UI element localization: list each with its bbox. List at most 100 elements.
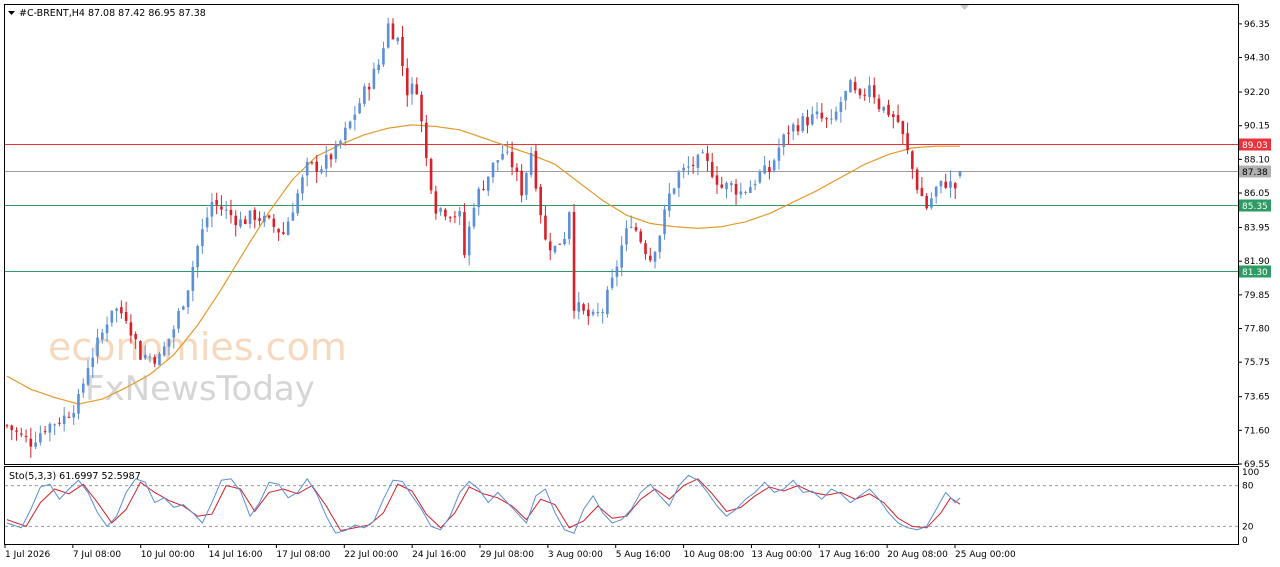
y-tick-label: 96.35 [1244, 20, 1270, 30]
bull-candle-body [205, 217, 209, 228]
bull-candle-body [91, 357, 95, 368]
bear-candle-body [901, 121, 905, 135]
y-tick-label: 92.20 [1244, 88, 1270, 98]
bear-candle-body [453, 216, 457, 218]
bear-candle-body [425, 122, 428, 158]
bull-candle-body [729, 183, 733, 186]
bear-candle-body [19, 433, 23, 435]
bear-candle-body [706, 153, 709, 161]
bull-candle-body [758, 171, 762, 183]
bull-candle-body [377, 64, 380, 71]
bull-candle-body [372, 68, 376, 89]
y-tick-label: 79.85 [1244, 291, 1270, 301]
bear-candle-body [548, 241, 552, 251]
bear-candle-body [282, 232, 285, 234]
bull-candle-body [305, 161, 309, 176]
price-axis: 96.3594.3092.2090.1588.1086.0583.9581.90… [1238, 20, 1270, 470]
bear-candle-body [520, 170, 523, 196]
y-tick-label: 71.60 [1244, 426, 1270, 436]
bull-candle-body [591, 311, 595, 315]
x-tick-label: 24 Jul 16:00 [412, 550, 466, 560]
bear-candle-body [544, 215, 547, 240]
level-tag-label: 85.35 [1242, 202, 1268, 212]
bear-candle-body [558, 243, 562, 245]
bear-candle-body [515, 167, 519, 173]
x-tick-label: 3 Aug 00:00 [548, 550, 603, 560]
bear-candle-body [391, 23, 395, 40]
bear-candle-body [234, 215, 238, 226]
bear-candle-body [367, 86, 371, 90]
bull-candle-body [749, 187, 752, 193]
bull-candle-body [172, 329, 176, 338]
bull-candle-body [353, 114, 357, 120]
stochastic-plot-frame [4, 466, 1239, 545]
bull-candle-body [201, 229, 204, 246]
bull-candle-body [815, 111, 819, 115]
bull-candle-body [567, 212, 571, 240]
stochastic-header: Sto(5,3,3) 61.6997 52.5987 [9, 471, 141, 482]
bull-candle-body [96, 337, 99, 357]
bull-candle-body [668, 193, 671, 211]
bull-candle-body [553, 245, 557, 253]
bear-candle-body [877, 98, 881, 110]
bull-candle-body [39, 433, 42, 443]
bear-candle-body [15, 430, 18, 432]
bull-candle-body [358, 103, 361, 114]
bear-candle-body [863, 94, 866, 96]
bear-candle-body [277, 228, 280, 233]
x-tick-label: 10 Aug 08:00 [684, 550, 745, 560]
bull-candle-body [672, 188, 676, 194]
bull-candle-body [839, 102, 843, 112]
bull-candle-body [296, 193, 299, 214]
bear-candle-body [229, 209, 233, 216]
bear-candle-body [120, 307, 123, 314]
bull-candle-body [53, 424, 56, 426]
stochastic-tick-label: 100 [1242, 468, 1259, 478]
bear-candle-body [644, 243, 647, 255]
bear-candle-body [534, 150, 538, 189]
bull-candle-body [801, 116, 805, 132]
bear-candle-body [420, 94, 423, 122]
bear-candle-body [715, 175, 719, 185]
bull-candle-body [753, 183, 757, 186]
bear-candle-body [648, 255, 652, 261]
bull-candle-body [834, 111, 838, 120]
x-tick-label: 10 Jul 00:00 [141, 550, 195, 560]
bull-candle-body [663, 209, 666, 234]
stochastic-tick-label: 0 [1242, 536, 1248, 546]
x-tick-label: 17 Aug 16:00 [819, 550, 880, 560]
bear-candle-body [906, 133, 909, 151]
x-tick-label: 13 Aug 00:00 [751, 550, 812, 560]
bear-candle-body [134, 334, 137, 340]
bear-candle-body [510, 152, 514, 168]
bull-candle-body [148, 356, 152, 358]
bull-candle-body [224, 209, 228, 211]
bull-candle-body [105, 324, 109, 334]
bear-candle-body [953, 183, 957, 189]
x-tick-label: 22 Jul 00:00 [344, 550, 398, 560]
bear-candle-body [820, 112, 824, 119]
bear-candle-body [482, 189, 485, 191]
bull-candle-body [396, 37, 400, 42]
bull-candle-body [701, 152, 704, 154]
bear-candle-body [315, 161, 319, 172]
stochastic-tick-label: 80 [1242, 482, 1254, 492]
bear-candle-body [915, 169, 919, 190]
bear-candle-body [129, 322, 133, 336]
bull-candle-body [320, 169, 323, 173]
bear-candle-body [734, 183, 738, 195]
y-tick-label: 90.15 [1244, 122, 1270, 132]
bear-candle-body [401, 37, 404, 66]
bull-candle-body [763, 165, 766, 174]
y-tick-label: 83.95 [1244, 224, 1270, 234]
bull-candle-body [410, 83, 414, 95]
watermark-fxnewstoday: FxNewsToday [85, 369, 315, 409]
bull-candle-body [143, 355, 147, 359]
bear-candle-body [582, 304, 585, 311]
bull-candle-body [844, 91, 847, 101]
bull-candle-body [86, 368, 90, 385]
bear-candle-body [415, 84, 419, 95]
bull-candle-body [696, 154, 700, 168]
bull-candle-body [772, 160, 776, 171]
bear-candle-body [139, 341, 142, 360]
